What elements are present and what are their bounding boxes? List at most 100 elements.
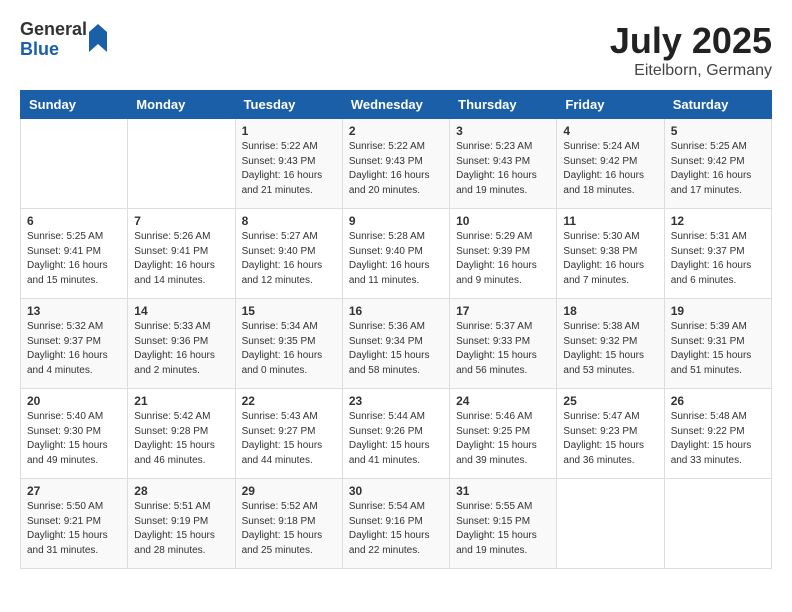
calendar-title: July 2025	[610, 20, 772, 62]
logo-blue: Blue	[20, 40, 87, 60]
calendar-day-cell	[557, 479, 664, 569]
day-number: 20	[27, 394, 121, 408]
day-number: 10	[456, 214, 550, 228]
day-number: 25	[563, 394, 657, 408]
day-number: 30	[349, 484, 443, 498]
calendar-day-cell	[21, 119, 128, 209]
day-detail: Sunrise: 5:46 AM Sunset: 9:25 PM Dayligh…	[456, 410, 550, 468]
day-detail: Sunrise: 5:50 AM Sunset: 9:21 PM Dayligh…	[27, 500, 121, 558]
day-detail: Sunrise: 5:29 AM Sunset: 9:39 PM Dayligh…	[456, 230, 550, 288]
logo-icon	[89, 24, 107, 52]
day-detail: Sunrise: 5:24 AM Sunset: 9:42 PM Dayligh…	[563, 140, 657, 198]
calendar-day-cell: 13Sunrise: 5:32 AM Sunset: 9:37 PM Dayli…	[21, 299, 128, 389]
day-detail: Sunrise: 5:55 AM Sunset: 9:15 PM Dayligh…	[456, 500, 550, 558]
day-number: 8	[242, 214, 336, 228]
day-detail: Sunrise: 5:40 AM Sunset: 9:30 PM Dayligh…	[27, 410, 121, 468]
calendar-day-cell: 6 Sunrise: 5:25 AM Sunset: 9:41 PM Daylig…	[21, 209, 128, 299]
day-of-week-header: Saturday	[664, 91, 771, 119]
calendar-day-cell: 3 Sunrise: 5:23 AM Sunset: 9:43 PM Daylig…	[450, 119, 557, 209]
day-number: 17	[456, 304, 550, 318]
day-detail: Sunrise: 5:38 AM Sunset: 9:32 PM Dayligh…	[563, 320, 657, 378]
day-detail: Sunrise: 5:32 AM Sunset: 9:37 PM Dayligh…	[27, 320, 121, 378]
day-number: 11	[563, 214, 657, 228]
day-detail: Sunrise: 5:27 AM Sunset: 9:40 PM Dayligh…	[242, 230, 336, 288]
calendar-day-cell: 31 Sunrise: 5:55 AM Sunset: 9:15 PM Dayli…	[450, 479, 557, 569]
day-number: 21	[134, 394, 228, 408]
calendar-day-cell: 11Sunrise: 5:30 AM Sunset: 9:38 PM Dayli…	[557, 209, 664, 299]
day-number: 24	[456, 394, 550, 408]
day-of-week-header: Sunday	[21, 91, 128, 119]
day-number: 23	[349, 394, 443, 408]
day-number: 9	[349, 214, 443, 228]
calendar-day-cell: 8 Sunrise: 5:27 AM Sunset: 9:40 PM Daylig…	[235, 209, 342, 299]
calendar-day-cell: 25 Sunrise: 5:47 AM Sunset: 9:23 PM Dayli…	[557, 389, 664, 479]
calendar-day-cell: 20 Sunrise: 5:40 AM Sunset: 9:30 PM Dayli…	[21, 389, 128, 479]
day-of-week-header: Wednesday	[342, 91, 449, 119]
calendar-day-cell: 1 Sunrise: 5:22 AM Sunset: 9:43 PM Daylig…	[235, 119, 342, 209]
day-detail: Sunrise: 5:43 AM Sunset: 9:27 PM Dayligh…	[242, 410, 336, 468]
day-of-week-header: Monday	[128, 91, 235, 119]
calendar-day-cell: 21 Sunrise: 5:42 AM Sunset: 9:28 PM Dayli…	[128, 389, 235, 479]
calendar-week-row: 27 Sunrise: 5:50 AM Sunset: 9:21 PM Dayli…	[21, 479, 772, 569]
day-detail: Sunrise: 5:52 AM Sunset: 9:18 PM Dayligh…	[242, 500, 336, 558]
day-detail: Sunrise: 5:47 AM Sunset: 9:23 PM Dayligh…	[563, 410, 657, 468]
day-detail: Sunrise: 5:36 AM Sunset: 9:34 PM Dayligh…	[349, 320, 443, 378]
calendar-day-cell: 2 Sunrise: 5:22 AM Sunset: 9:43 PM Daylig…	[342, 119, 449, 209]
calendar-day-cell: 26 Sunrise: 5:48 AM Sunset: 9:22 PM Dayli…	[664, 389, 771, 479]
day-detail: Sunrise: 5:48 AM Sunset: 9:22 PM Dayligh…	[671, 410, 765, 468]
day-number: 16	[349, 304, 443, 318]
day-detail: Sunrise: 5:23 AM Sunset: 9:43 PM Dayligh…	[456, 140, 550, 198]
calendar-day-cell: 22 Sunrise: 5:43 AM Sunset: 9:27 PM Dayli…	[235, 389, 342, 479]
day-detail: Sunrise: 5:54 AM Sunset: 9:16 PM Dayligh…	[349, 500, 443, 558]
calendar-day-cell: 7Sunrise: 5:26 AM Sunset: 9:41 PM Daylig…	[128, 209, 235, 299]
day-number: 29	[242, 484, 336, 498]
day-number: 2	[349, 124, 443, 138]
logo-general: General	[20, 20, 87, 40]
day-detail: Sunrise: 5:42 AM Sunset: 9:28 PM Dayligh…	[134, 410, 228, 468]
day-detail: Sunrise: 5:31 AM Sunset: 9:37 PM Dayligh…	[671, 230, 765, 288]
day-number: 5	[671, 124, 765, 138]
day-detail: Sunrise: 5:22 AM Sunset: 9:43 PM Dayligh…	[242, 140, 336, 198]
day-number: 15	[242, 304, 336, 318]
day-number: 1	[242, 124, 336, 138]
day-number: 27	[27, 484, 121, 498]
calendar-day-cell: 28Sunrise: 5:51 AM Sunset: 9:19 PM Dayli…	[128, 479, 235, 569]
calendar-day-cell	[664, 479, 771, 569]
day-of-week-header: Friday	[557, 91, 664, 119]
day-detail: Sunrise: 5:44 AM Sunset: 9:26 PM Dayligh…	[349, 410, 443, 468]
day-number: 12	[671, 214, 765, 228]
day-detail: Sunrise: 5:37 AM Sunset: 9:33 PM Dayligh…	[456, 320, 550, 378]
title-block: July 2025 Eitelborn, Germany	[610, 20, 772, 80]
day-detail: Sunrise: 5:25 AM Sunset: 9:42 PM Dayligh…	[671, 140, 765, 198]
calendar-day-cell: 4 Sunrise: 5:24 AM Sunset: 9:42 PM Daylig…	[557, 119, 664, 209]
day-number: 4	[563, 124, 657, 138]
calendar-day-cell: 5 Sunrise: 5:25 AM Sunset: 9:42 PM Daylig…	[664, 119, 771, 209]
day-number: 26	[671, 394, 765, 408]
day-detail: Sunrise: 5:25 AM Sunset: 9:41 PM Dayligh…	[27, 230, 121, 288]
day-number: 18	[563, 304, 657, 318]
day-of-week-header: Tuesday	[235, 91, 342, 119]
calendar-week-row: 20 Sunrise: 5:40 AM Sunset: 9:30 PM Dayli…	[21, 389, 772, 479]
calendar-day-cell: 16 Sunrise: 5:36 AM Sunset: 9:34 PM Dayli…	[342, 299, 449, 389]
logo-text: General Blue	[20, 20, 87, 60]
day-of-week-header: Thursday	[450, 91, 557, 119]
calendar-day-cell: 17 Sunrise: 5:37 AM Sunset: 9:33 PM Dayli…	[450, 299, 557, 389]
calendar-day-cell: 30 Sunrise: 5:54 AM Sunset: 9:16 PM Dayli…	[342, 479, 449, 569]
calendar-table: SundayMondayTuesdayWednesdayThursdayFrid…	[20, 90, 772, 569]
calendar-week-row: 6 Sunrise: 5:25 AM Sunset: 9:41 PM Daylig…	[21, 209, 772, 299]
calendar-day-cell: 29 Sunrise: 5:52 AM Sunset: 9:18 PM Dayli…	[235, 479, 342, 569]
calendar-day-cell: 9Sunrise: 5:28 AM Sunset: 9:40 PM Daylig…	[342, 209, 449, 299]
day-detail: Sunrise: 5:51 AM Sunset: 9:19 PM Dayligh…	[134, 500, 228, 558]
day-number: 22	[242, 394, 336, 408]
day-detail: Sunrise: 5:39 AM Sunset: 9:31 PM Dayligh…	[671, 320, 765, 378]
calendar-day-cell: 27 Sunrise: 5:50 AM Sunset: 9:21 PM Dayli…	[21, 479, 128, 569]
day-detail: Sunrise: 5:22 AM Sunset: 9:43 PM Dayligh…	[349, 140, 443, 198]
day-number: 3	[456, 124, 550, 138]
day-number: 31	[456, 484, 550, 498]
day-detail: Sunrise: 5:33 AM Sunset: 9:36 PM Dayligh…	[134, 320, 228, 378]
day-number: 6	[27, 214, 121, 228]
calendar-day-cell	[128, 119, 235, 209]
calendar-day-cell: 23 Sunrise: 5:44 AM Sunset: 9:26 PM Dayli…	[342, 389, 449, 479]
day-detail: Sunrise: 5:26 AM Sunset: 9:41 PM Dayligh…	[134, 230, 228, 288]
day-detail: Sunrise: 5:34 AM Sunset: 9:35 PM Dayligh…	[242, 320, 336, 378]
